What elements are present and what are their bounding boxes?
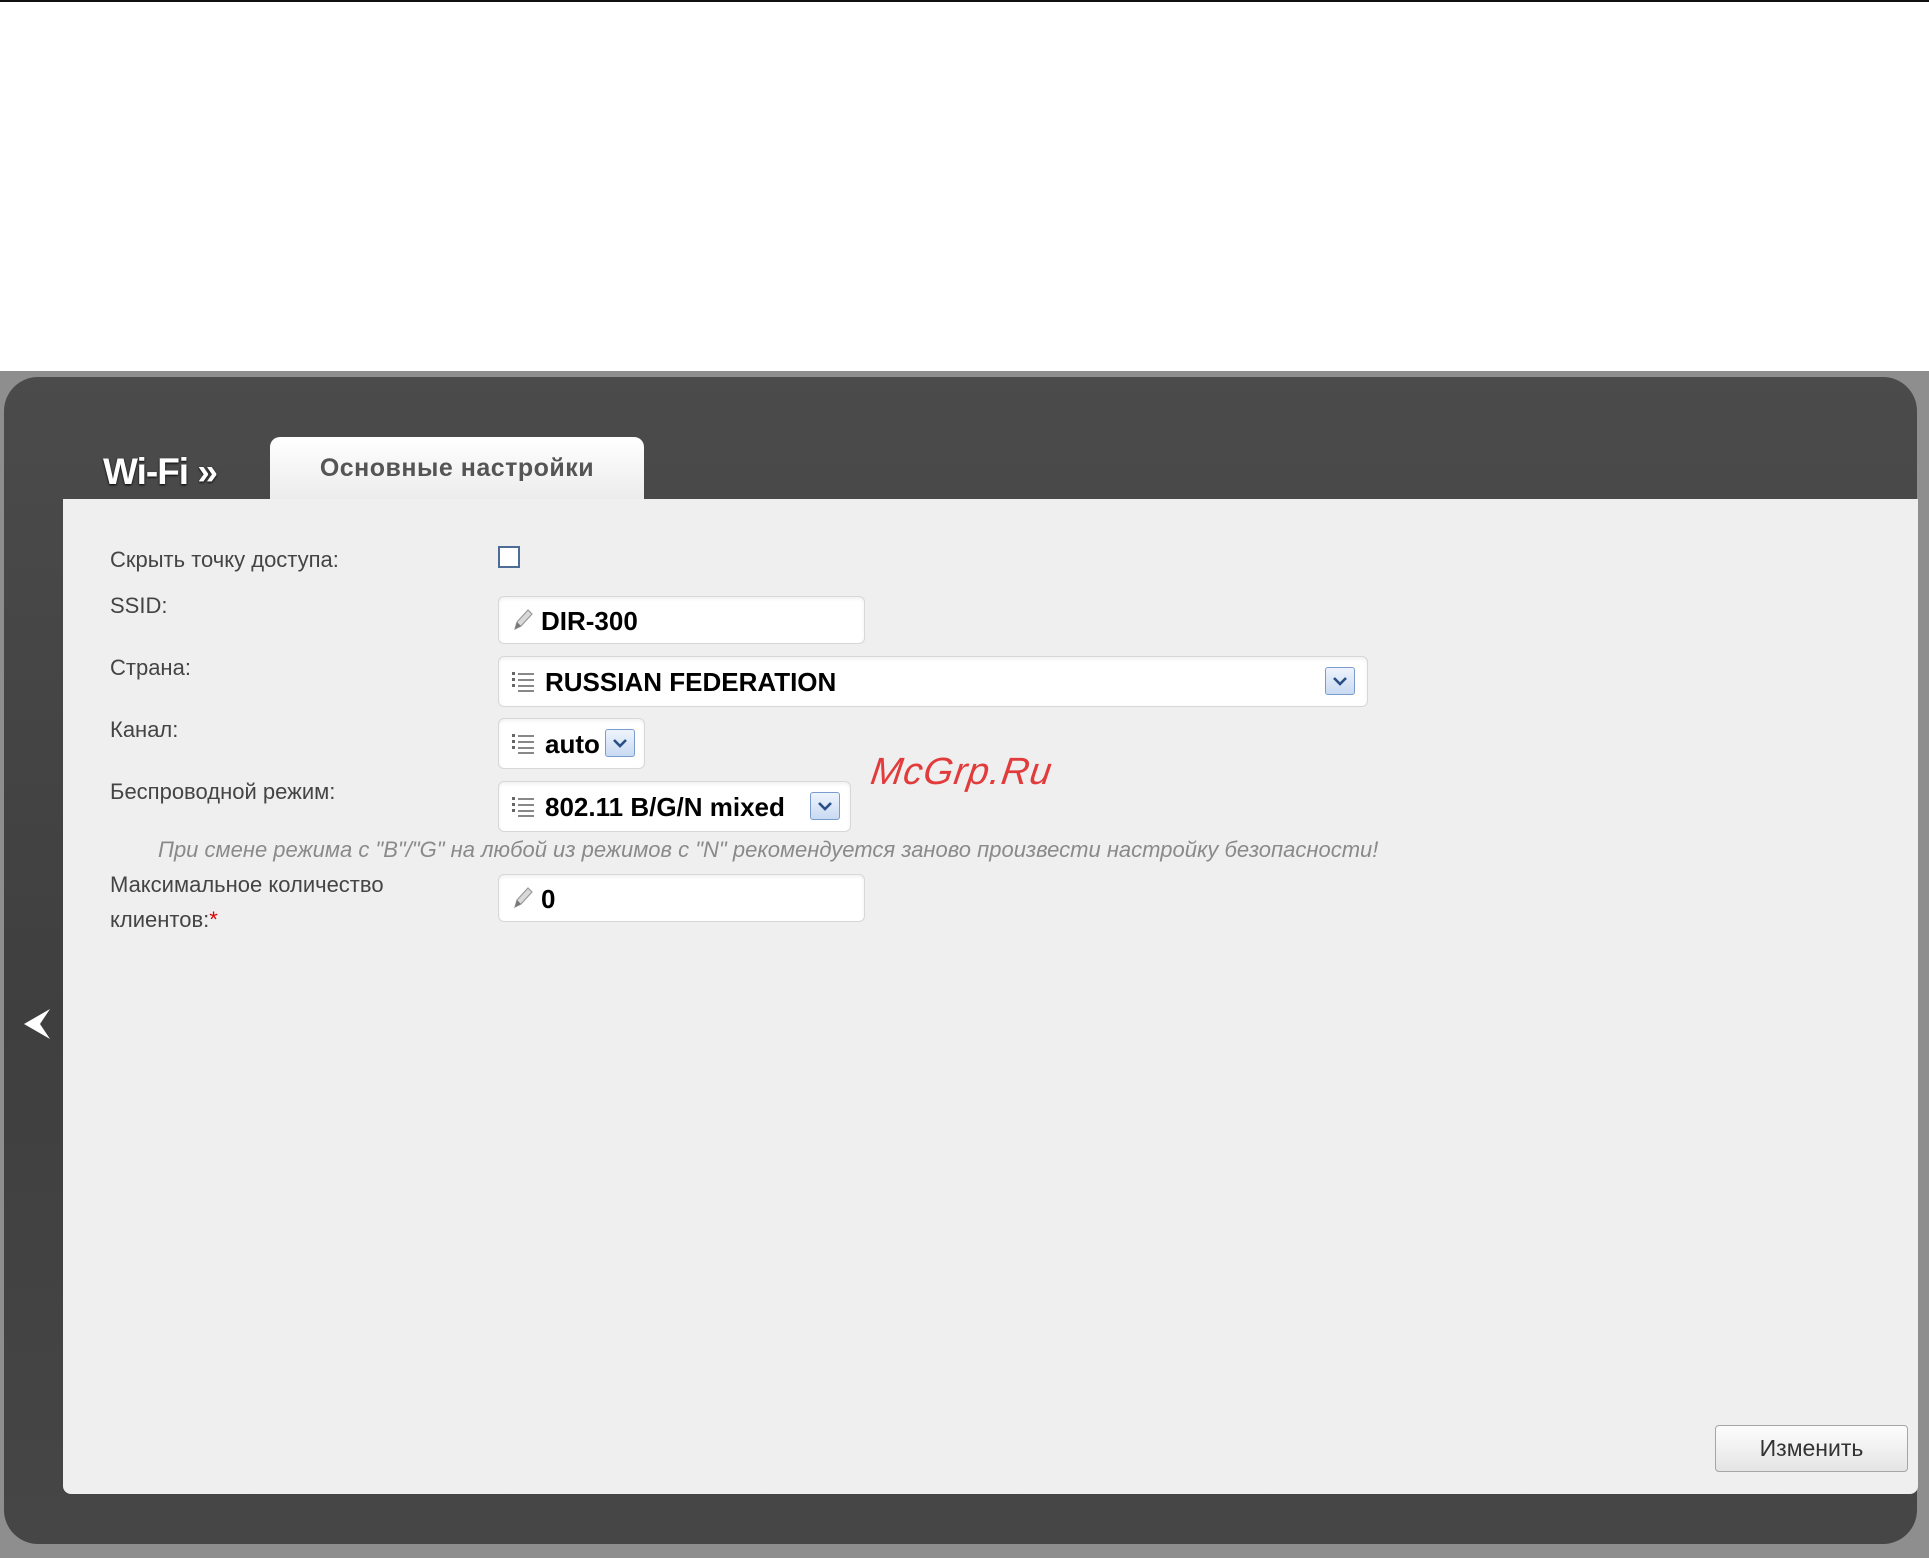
settings-content: Скрыть точку доступа: SSID: DIR-300 Стра… (63, 499, 1918, 1494)
tab-basic-settings[interactable]: Основные настройки (270, 437, 644, 499)
ssid-input[interactable]: DIR-300 (498, 596, 865, 644)
page-top-rule (0, 0, 1929, 2)
hide-ap-label: Скрыть точку доступа: (110, 547, 339, 572)
channel-label: Канал: (110, 717, 179, 742)
wireless-mode-label: Беспроводной режим: (110, 779, 336, 804)
watermark: McGrp.Ru (868, 751, 1056, 793)
pencil-icon (514, 609, 533, 631)
main-panel: Wi-Fi » Основные настройки Скрыть точку … (4, 377, 1918, 1544)
router-web-ui-frame: Wi-Fi » Основные настройки Скрыть точку … (0, 371, 1929, 1558)
list-icon (512, 797, 534, 817)
list-icon (512, 734, 534, 754)
channel-value: auto (545, 729, 600, 759)
chevron-down-icon[interactable] (605, 729, 635, 757)
chevron-left-icon[interactable] (22, 1007, 52, 1041)
chevron-down-icon[interactable] (1325, 667, 1355, 695)
hide-ap-checkbox[interactable] (498, 546, 520, 568)
apply-button[interactable]: Изменить (1715, 1425, 1908, 1472)
section-title: Wi-Fi » (103, 451, 218, 492)
max-clients-input[interactable]: 0 (498, 874, 865, 922)
wireless-mode-select[interactable]: 802.11 B/G/N mixed (498, 781, 851, 832)
list-icon (512, 672, 534, 692)
pencil-icon (514, 887, 533, 909)
max-clients-label-line2: клиентов:* (110, 907, 218, 933)
chevron-down-icon[interactable] (810, 792, 840, 820)
wireless-mode-hint: При смене режима с "B"/"G" на любой из р… (158, 837, 1379, 862)
country-select[interactable]: RUSSIAN FEDERATION (498, 656, 1368, 707)
wireless-mode-value: 802.11 B/G/N mixed (545, 792, 785, 822)
channel-select[interactable]: auto (498, 718, 645, 769)
max-clients-label-text: клиентов: (110, 907, 210, 932)
max-clients-value: 0 (541, 884, 556, 914)
ssid-label: SSID: (110, 593, 168, 618)
country-value: RUSSIAN FEDERATION (545, 667, 837, 697)
max-clients-label-line1: Максимальное количество (110, 872, 384, 897)
required-mark: * (209, 907, 218, 932)
country-label: Страна: (110, 655, 191, 680)
ssid-value: DIR-300 (541, 606, 638, 636)
